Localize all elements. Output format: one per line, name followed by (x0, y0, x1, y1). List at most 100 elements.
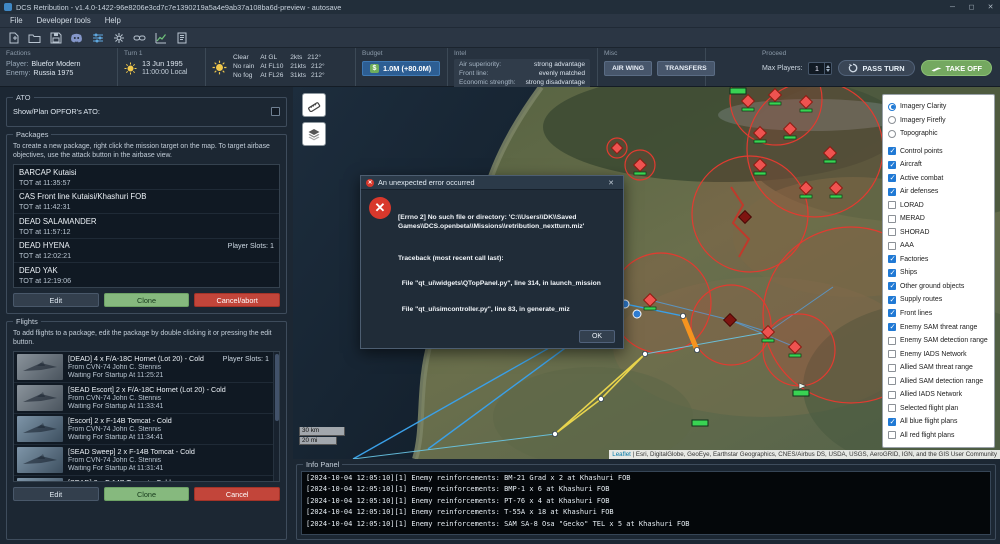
open-folder-icon[interactable] (25, 29, 44, 46)
pass-turn-button[interactable]: PASS TURN (838, 60, 915, 76)
layer-checkbox-selected-flight-plan[interactable]: Selected flight plan (888, 401, 989, 415)
ok-button[interactable]: OK (579, 330, 615, 343)
intel-value: strong disadvantage (525, 79, 585, 86)
layer-label: Allied SAM detection range (900, 377, 984, 385)
layer-radio-topographic[interactable]: Topographic (888, 127, 989, 141)
flight-row[interactable]: [DEAD] 4 x F/A-18C Hornet (Lot 20) - Col… (14, 352, 279, 384)
proceed-section: Proceed Max Players: 1 PASS TURN TAKE OF… (756, 48, 1000, 86)
layer-label: Air defenses (900, 188, 939, 196)
ato-checkbox[interactable] (271, 107, 280, 116)
scrollbar-thumb[interactable] (275, 354, 279, 422)
menu-help[interactable]: Help (98, 16, 128, 25)
menu-file[interactable]: File (3, 16, 30, 25)
layer-label: MERAD (900, 215, 925, 223)
flight-cancel-button[interactable]: Cancel (194, 487, 281, 502)
step-down-icon[interactable] (826, 68, 831, 72)
flight-row[interactable]: [SEAD Escort] 2 x F/A-18C Hornet (Lot 20… (14, 383, 279, 415)
layers-button[interactable] (302, 122, 326, 146)
flight-row[interactable]: [SEAD Sweep] 2 x F-14B Tomcat - Cold Fro… (14, 445, 279, 477)
package-edit-button[interactable]: Edit (13, 293, 99, 308)
layer-checkbox-other-ground-objects[interactable]: Other ground objects (888, 280, 989, 294)
layer-label: Allied IADS Network (900, 391, 963, 399)
info-panel-log[interactable]: [2024-10-04 12:05:10][1] Enemy reinforce… (301, 471, 991, 535)
air-wing-button[interactable]: AIR WING (604, 61, 653, 76)
statistics-icon[interactable] (151, 29, 170, 46)
menu-developer-tools[interactable]: Developer tools (30, 16, 98, 25)
flights-list[interactable]: [DEAD] 4 x F/A-18C Hornet (Lot 20) - Col… (13, 351, 280, 483)
package-row[interactable]: DEAD YAK TOT at 12:19:06 (14, 263, 279, 288)
layer-checkbox-enemy-sam-detection-range[interactable]: Enemy SAM detection range (888, 334, 989, 348)
package-clone-button[interactable]: Clone (103, 293, 190, 308)
layer-checkbox-shorad[interactable]: SHORAD (888, 226, 989, 240)
layer-checkbox-front-lines[interactable]: Front lines (888, 307, 989, 321)
gear-icon[interactable] (109, 29, 128, 46)
measure-tool-button[interactable] (302, 93, 326, 117)
intel-value: evenly matched (538, 70, 585, 77)
notes-icon[interactable] (172, 29, 191, 46)
layer-label: Factories (900, 255, 929, 263)
budget-button[interactable]: $ 1.0M (+80.0M) (362, 61, 440, 76)
leaflet-link[interactable]: Leaflet (612, 451, 631, 458)
settings-sliders-icon[interactable] (88, 29, 107, 46)
layer-checkbox-allied-sam-detection-range[interactable]: Allied SAM detection range (888, 374, 989, 388)
layer-checkbox-control-points[interactable]: Control points (888, 145, 989, 159)
enemy-faction-row: Enemy: Russia 1975 (6, 68, 110, 77)
budget-section: Budget $ 1.0M (+80.0M) (356, 48, 448, 86)
take-off-button[interactable]: TAKE OFF (920, 60, 992, 76)
layer-checkbox-allied-iads-network[interactable]: Allied IADS Network (888, 388, 989, 402)
layer-checkbox-ships[interactable]: Ships (888, 266, 989, 280)
discord-icon[interactable] (67, 29, 86, 46)
flight-row[interactable]: [SEAD] 2 x F-14B Tomcat - Cold (14, 476, 279, 482)
layer-checkbox-active-combat[interactable]: Active combat (888, 172, 989, 186)
weather-wind-table: At GL 2kts 212° At FL10 21kts 212° At FL26 31… (260, 54, 324, 80)
package-row[interactable]: DEAD HYENA Player Slots: 1 TOT at 12:02:2… (14, 239, 279, 264)
layer-label: Enemy SAM threat range (900, 323, 978, 331)
layer-radio-imagery-firefly[interactable]: Imagery Firefly (888, 114, 989, 128)
flight-origin: From CVN-74 John C. Stennis (68, 426, 162, 434)
layer-checkbox-aircraft[interactable]: Aircraft (888, 158, 989, 172)
minimize-button[interactable]: ─ (943, 0, 962, 14)
layer-checkbox-supply-routes[interactable]: Supply routes (888, 293, 989, 307)
intel-row: Air superiority: strong advantage (459, 61, 585, 69)
flights-scrollbar[interactable] (273, 352, 279, 482)
package-row[interactable]: DEAD SALAMANDER TOT at 11:57:12 (14, 214, 279, 239)
layer-checkbox-allied-sam-threat-range[interactable]: Allied SAM threat range (888, 361, 989, 375)
wind-speed: 21kts (290, 63, 307, 70)
layer-radio-imagery-clarity[interactable]: Imagery Clarity (888, 100, 989, 114)
layer-checkbox-factories[interactable]: Factories (888, 253, 989, 267)
flight-clone-button[interactable]: Clone (103, 487, 190, 502)
map-area[interactable]: Imagery Clarity Imagery Firefly Topograp… (293, 87, 1000, 459)
layer-checkbox-merad[interactable]: MERAD (888, 212, 989, 226)
layer-checkbox-lorad[interactable]: LORAD (888, 199, 989, 213)
wind-row: At GL 2kts 212° (260, 54, 324, 62)
layer-checkbox-enemy-iads-network[interactable]: Enemy IADS Network (888, 347, 989, 361)
package-cancel-button[interactable]: Cancel/abort (194, 293, 281, 308)
traceback-line: Traceback (most recent call last): (398, 254, 504, 262)
stepper-arrows[interactable] (824, 62, 831, 74)
package-name: DEAD YAK (19, 265, 58, 275)
new-mission-icon[interactable] (4, 29, 23, 46)
package-tot: TOT at 11:35:57 (19, 177, 71, 187)
layer-checkbox-aaa[interactable]: AAA (888, 239, 989, 253)
checkbox-icon (888, 404, 896, 413)
close-button[interactable]: ✕ (981, 0, 1000, 14)
package-row[interactable]: CAS Front line Kutaisi/Khashuri FOB TOT … (14, 190, 279, 215)
package-row[interactable]: BARCAP Kutaisi TOT at 11:35:57 (14, 165, 279, 190)
step-up-icon[interactable] (826, 64, 831, 68)
flight-origin: From CVN-74 John C. Stennis (68, 457, 162, 465)
packages-list[interactable]: BARCAP Kutaisi TOT at 11:35:57 CAS Front… (13, 164, 280, 289)
layer-checkbox-all-blue-flight-plans[interactable]: All blue flight plans (888, 415, 989, 429)
layer-label: Control points (900, 147, 943, 155)
layer-checkbox-air-defenses[interactable]: Air defenses (888, 185, 989, 199)
layer-checkbox-all-red-flight-plans[interactable]: All red flight plans (888, 428, 989, 442)
link-icon[interactable] (130, 29, 149, 46)
flight-row[interactable]: [Escort] 2 x F-14B Tomcat - Cold From CV… (14, 414, 279, 446)
layer-checkbox-enemy-sam-threat-range[interactable]: Enemy SAM threat range (888, 320, 989, 334)
max-players-stepper[interactable]: 1 (808, 61, 833, 75)
flight-edit-button[interactable]: Edit (13, 487, 99, 502)
error-dialog-titlebar[interactable]: ✕ An unexpected error occurred ✕ (361, 176, 623, 190)
dialog-close-icon[interactable]: ✕ (604, 179, 618, 187)
maximize-button[interactable]: ◻ (962, 0, 981, 14)
save-icon[interactable] (46, 29, 65, 46)
